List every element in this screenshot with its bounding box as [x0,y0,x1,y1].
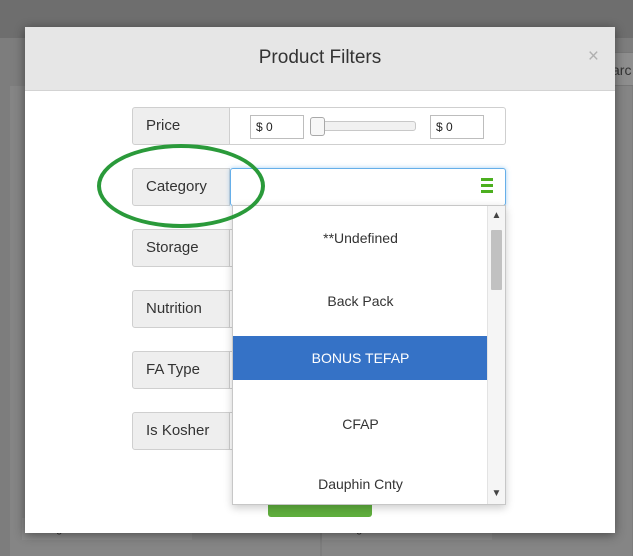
scroll-up-arrow-icon[interactable]: ▲ [488,209,505,223]
nutrition-label: Nutrition [132,290,230,328]
category-label: Category [132,168,230,206]
price-slider-handle[interactable] [310,117,325,136]
price-range-field: $ 0 $ 0 [230,107,506,145]
dropdown-option-dauphin-cnty[interactable]: Dauphin Cnty [233,462,488,504]
price-max-input[interactable]: $ 0 [430,115,484,139]
modal-title: Product Filters [258,47,382,68]
scroll-down-arrow-icon[interactable]: ▼ [488,487,505,501]
price-slider-track[interactable] [310,121,416,131]
modal-header: Product Filters × [25,27,615,91]
close-icon[interactable]: × [588,46,599,68]
dropdown-option-cfap[interactable]: CFAP [233,402,488,446]
apply-filters-button[interactable] [268,505,372,517]
list-menu-icon[interactable] [481,178,493,196]
dropdown-option-bonus-tefap[interactable]: BONUS TEFAP [233,336,488,380]
category-dropdown-list: **Undefined Back Pack BONUS TEFAP CFAP D… [232,205,506,505]
fa-type-label: FA Type [132,351,230,389]
dropdown-option-back-pack[interactable]: Back Pack [233,279,488,323]
category-select[interactable] [230,168,506,206]
storage-label: Storage [132,229,230,267]
product-filters-modal: Product Filters × Price $ 0 $ 0 Category… [25,27,615,533]
price-min-input[interactable]: $ 0 [250,115,304,139]
is-kosher-label: Is Kosher [132,412,230,450]
dropdown-scrollbar[interactable]: ▲ ▼ [487,206,505,504]
dropdown-option-undefined[interactable]: **Undefined [233,216,488,260]
scrollbar-thumb[interactable] [491,230,502,290]
price-label: Price [132,107,230,145]
